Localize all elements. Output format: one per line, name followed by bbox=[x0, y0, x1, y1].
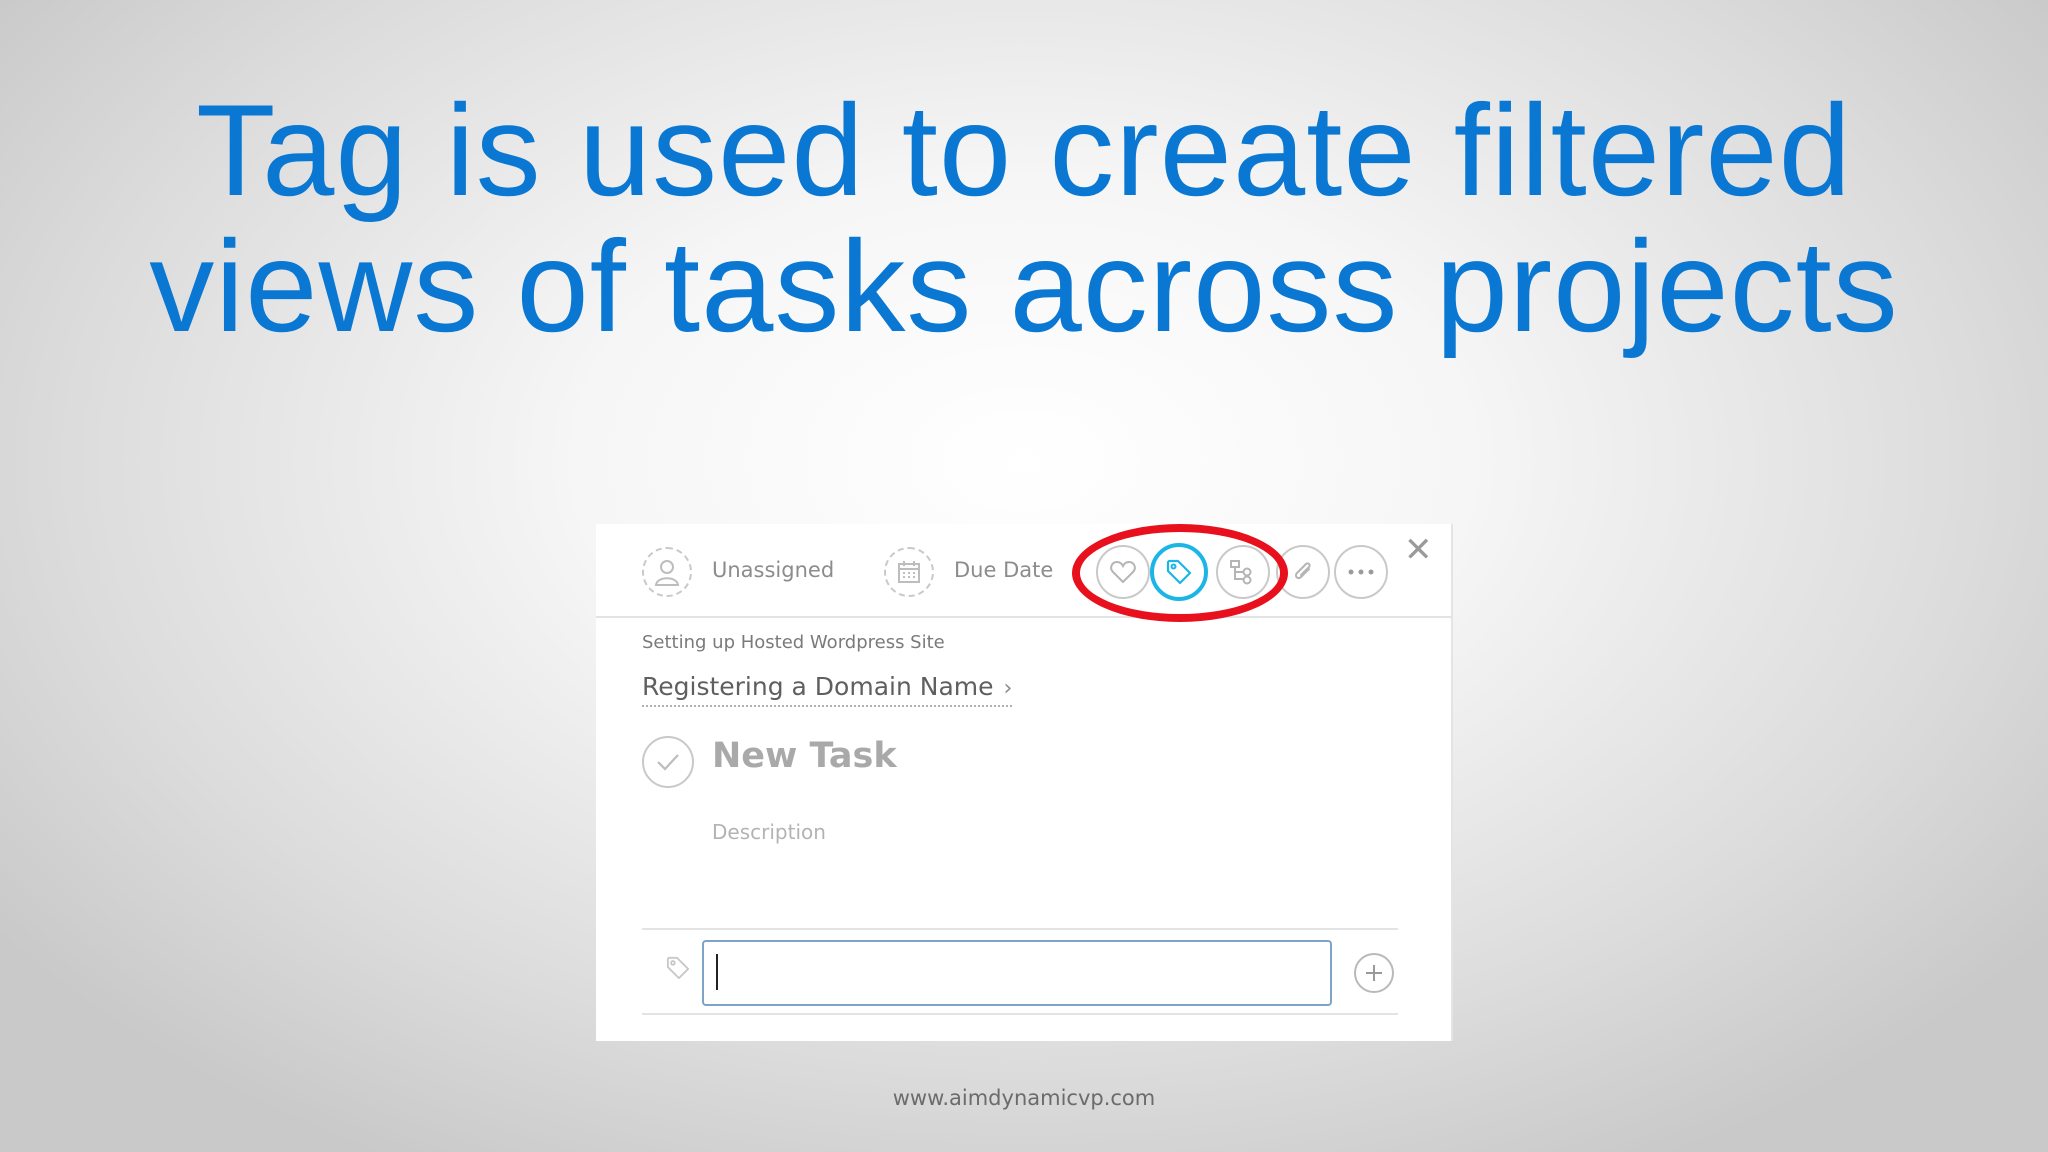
due-date-label[interactable]: Due Date bbox=[954, 558, 1053, 582]
parent-task-link[interactable]: Registering a Domain Name › bbox=[642, 672, 1013, 707]
task-detail-panel: Unassigned Due Date ✕ Setting up Hosted … bbox=[596, 524, 1453, 1041]
footer-url: www.aimdynamicvp.com bbox=[892, 1086, 1156, 1110]
more-icon bbox=[1348, 569, 1374, 575]
check-icon bbox=[657, 754, 679, 771]
text-cursor bbox=[716, 954, 718, 990]
task-description[interactable]: Description bbox=[712, 820, 826, 844]
more-button[interactable] bbox=[1334, 545, 1388, 599]
attachment-icon bbox=[1294, 562, 1311, 580]
tag-input[interactable] bbox=[702, 940, 1332, 1006]
project-name[interactable]: Setting up Hosted Wordpress Site bbox=[642, 632, 945, 653]
calendar-icon bbox=[898, 561, 920, 583]
complete-task-button[interactable] bbox=[642, 736, 694, 788]
slide-title-line-2: views of tasks across projects bbox=[149, 213, 1899, 359]
divider bbox=[642, 928, 1398, 930]
close-icon[interactable]: ✕ bbox=[1404, 530, 1433, 570]
chevron-right-icon: › bbox=[1003, 676, 1013, 701]
slide-title-line-1: Tag is used to create filtered bbox=[196, 77, 1852, 223]
assignee-label[interactable]: Unassigned bbox=[712, 558, 834, 582]
highlight-ellipse bbox=[1072, 524, 1288, 622]
add-tag-button[interactable] bbox=[1354, 953, 1394, 993]
assignee-button[interactable] bbox=[642, 547, 692, 597]
parent-task-label: Registering a Domain Name bbox=[642, 672, 994, 701]
task-title[interactable]: New Task bbox=[712, 736, 897, 776]
plus-icon bbox=[1366, 965, 1382, 981]
task-toolbar: Unassigned Due Date ✕ bbox=[596, 524, 1451, 622]
tag-field-icon bbox=[666, 956, 690, 984]
slide-title: Tag is used to create filtered views of … bbox=[0, 82, 2048, 354]
divider bbox=[642, 1013, 1398, 1015]
due-date-button[interactable] bbox=[884, 547, 934, 597]
user-icon bbox=[654, 560, 680, 586]
